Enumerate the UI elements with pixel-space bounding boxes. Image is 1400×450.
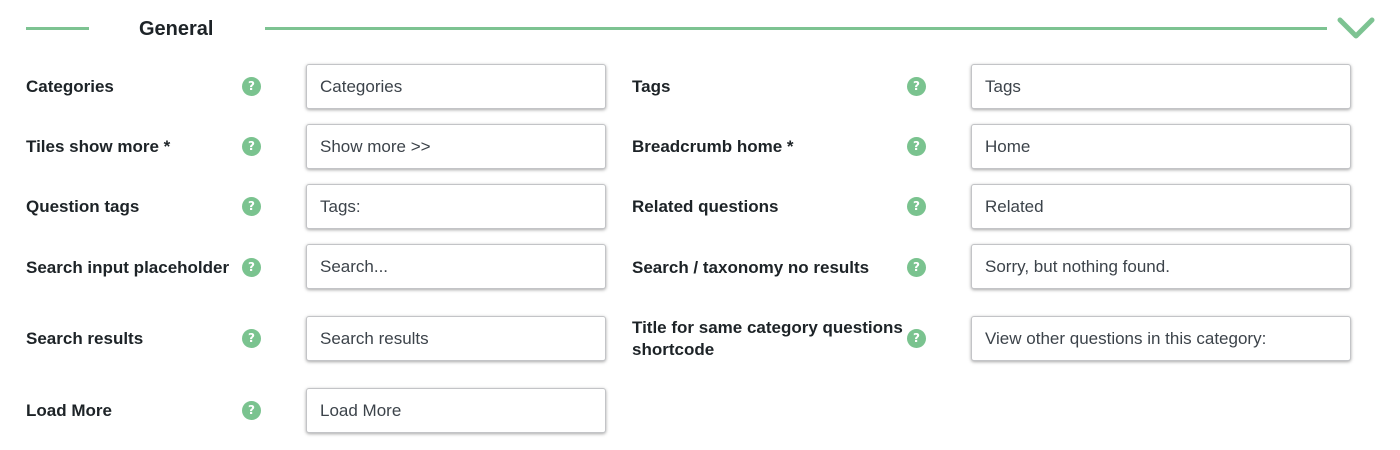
header-divider-right — [265, 27, 1327, 30]
search-input-placeholder-input[interactable] — [306, 244, 606, 289]
field-label-question-tags: Question tags — [26, 197, 140, 216]
header-divider-left — [26, 27, 89, 30]
field-label-tiles-show-more: Tiles show more * — [26, 137, 171, 156]
search-taxonomy-no-results-input[interactable] — [971, 244, 1351, 289]
help-icon[interactable]: ? — [242, 77, 261, 96]
collapse-toggle-button[interactable] — [1336, 14, 1376, 44]
field-label-line: Title for same category questions — [632, 318, 903, 337]
help-icon[interactable]: ? — [907, 77, 926, 96]
section-title: General — [139, 18, 214, 40]
help-icon[interactable]: ? — [907, 329, 926, 348]
categories-input[interactable] — [306, 64, 606, 109]
breadcrumb-home-input[interactable] — [971, 124, 1351, 169]
help-icon[interactable]: ? — [242, 329, 261, 348]
field-label-search-input-placeholder: Search input placeholder — [26, 258, 230, 277]
help-icon[interactable]: ? — [907, 258, 926, 277]
field-label-related-questions: Related questions — [632, 197, 779, 216]
field-label-tags: Tags — [632, 77, 671, 96]
chevron-down-icon — [1337, 17, 1375, 39]
search-results-input[interactable] — [306, 316, 606, 361]
field-label-same-category-title: Title for same category questions shortc… — [632, 317, 907, 361]
field-label-breadcrumb-home: Breadcrumb home * — [632, 137, 794, 156]
help-icon[interactable]: ? — [907, 197, 926, 216]
related-questions-input[interactable] — [971, 184, 1351, 229]
help-icon[interactable]: ? — [242, 197, 261, 216]
help-icon[interactable]: ? — [907, 137, 926, 156]
question-tags-input[interactable] — [306, 184, 606, 229]
field-label-search-taxonomy-no-results: Search / taxonomy no results — [632, 258, 870, 277]
field-label-load-more: Load More — [26, 401, 112, 420]
load-more-input[interactable] — [306, 388, 606, 433]
tiles-show-more-input[interactable] — [306, 124, 606, 169]
help-icon[interactable]: ? — [242, 401, 261, 420]
same-category-title-input[interactable] — [971, 316, 1351, 361]
tags-input[interactable] — [971, 64, 1351, 109]
section-header: General — [0, 0, 1400, 58]
field-label-categories: Categories — [26, 77, 114, 96]
field-label-search-results: Search results — [26, 329, 144, 348]
help-icon[interactable]: ? — [242, 258, 261, 277]
help-icon[interactable]: ? — [242, 137, 261, 156]
field-label-line: shortcode — [632, 340, 715, 359]
